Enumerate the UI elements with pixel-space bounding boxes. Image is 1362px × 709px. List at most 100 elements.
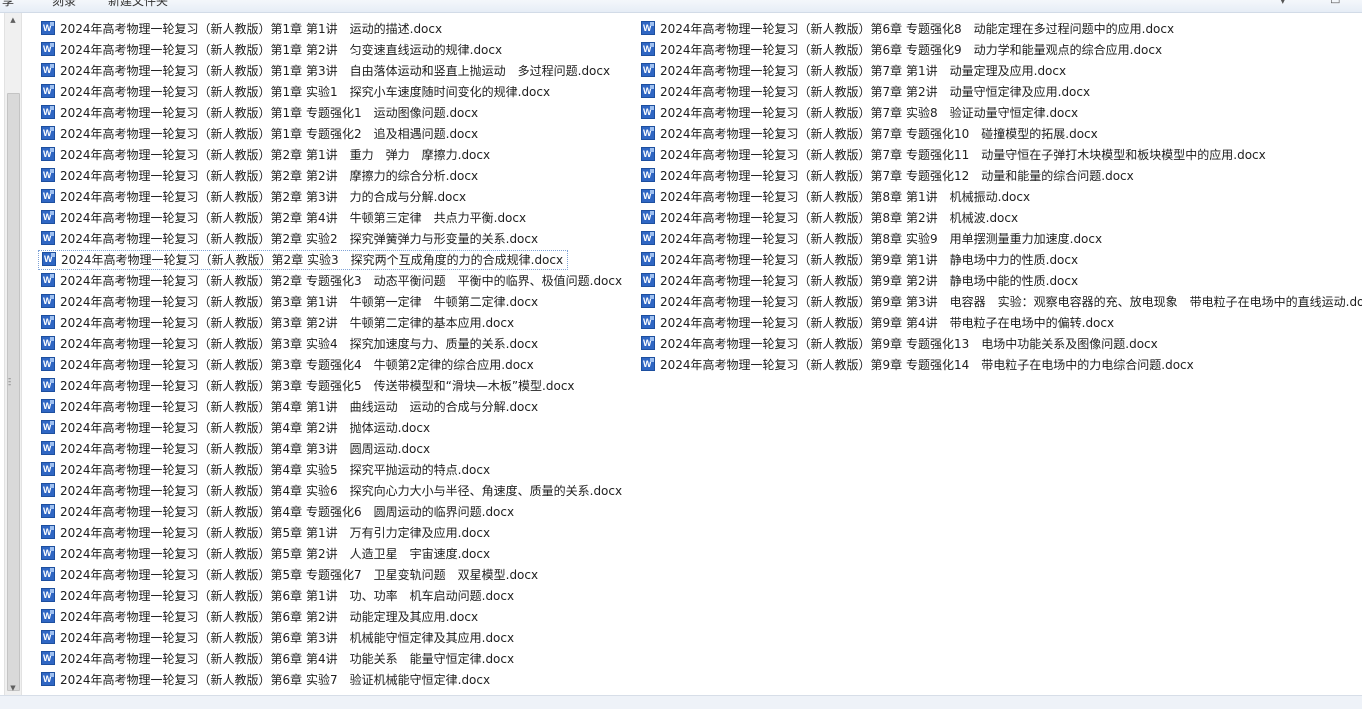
file-name-label: 2024年高考物理一轮复习（新人教版）第4章 实验6 探究向心力大小与半径、角速… xyxy=(60,484,623,498)
file-list-item[interactable]: 2024年高考物理一轮复习（新人教版）第1章 专题强化1 运动图像问题.docx xyxy=(38,103,482,123)
file-name-label: 2024年高考物理一轮复习（新人教版）第7章 专题强化11 动量守恒在子弹打木块… xyxy=(660,148,1266,162)
file-list-item[interactable]: 2024年高考物理一轮复习（新人教版）第4章 实验6 探究向心力大小与半径、角速… xyxy=(38,481,626,501)
file-list-item[interactable]: 2024年高考物理一轮复习（新人教版）第2章 第3讲 力的合成与分解.docx xyxy=(38,187,470,207)
word-document-icon xyxy=(41,567,55,581)
word-document-icon xyxy=(641,21,655,35)
file-list-item[interactable]: 2024年高考物理一轮复习（新人教版）第4章 专题强化6 圆周运动的临界问题.d… xyxy=(38,502,518,522)
vertical-scrollbar[interactable]: ▲ --- ▼ xyxy=(4,13,22,695)
word-document-icon xyxy=(41,420,55,434)
file-list-item[interactable]: 2024年高考物理一轮复习（新人教版）第2章 专题强化3 动态平衡问题 平衡中的… xyxy=(38,271,626,291)
word-document-icon xyxy=(41,546,55,560)
scroll-down-icon[interactable]: ▼ xyxy=(5,681,21,695)
file-list-item[interactable]: 2024年高考物理一轮复习（新人教版）第3章 第1讲 牛顿第一定律 牛顿第二定律… xyxy=(38,292,542,312)
word-document-icon xyxy=(41,630,55,644)
file-list-item[interactable]: 2024年高考物理一轮复习（新人教版）第3章 专题强化4 牛顿第2定律的综合应用… xyxy=(38,355,538,375)
file-list-item[interactable]: 2024年高考物理一轮复习（新人教版）第2章 第1讲 重力 弹力 摩擦力.doc… xyxy=(38,145,494,165)
file-name-label: 2024年高考物理一轮复习（新人教版）第2章 第4讲 牛顿第三定律 共点力平衡.… xyxy=(60,211,527,225)
file-list-item[interactable]: 2024年高考物理一轮复习（新人教版）第6章 实验7 验证机械能守恒定律.doc… xyxy=(38,670,494,690)
word-document-icon xyxy=(41,651,55,665)
file-list-item[interactable]: 2024年高考物理一轮复习（新人教版）第1章 实验1 探究小车速度随时间变化的规… xyxy=(38,82,554,102)
word-document-icon xyxy=(641,147,655,161)
file-list-item[interactable]: 2024年高考物理一轮复习（新人教版）第1章 第1讲 运动的描述.docx xyxy=(38,19,446,39)
file-name-label: 2024年高考物理一轮复习（新人教版）第1章 第3讲 自由落体运动和竖直上抛运动… xyxy=(60,64,611,78)
file-list-item[interactable]: 2024年高考物理一轮复习（新人教版）第6章 第3讲 机械能守恒定律及其应用.d… xyxy=(38,628,518,648)
word-document-icon xyxy=(41,210,55,224)
file-list-item[interactable]: 2024年高考物理一轮复习（新人教版）第6章 专题强化9 动力学和能量观点的综合… xyxy=(638,40,1166,60)
toolbar-share-button[interactable]: 享 xyxy=(2,0,14,9)
scrollbar-thumb[interactable] xyxy=(7,93,20,691)
file-list-item[interactable]: 2024年高考物理一轮复习（新人教版）第8章 第1讲 机械振动.docx xyxy=(638,187,1034,207)
file-list-item[interactable]: 2024年高考物理一轮复习（新人教版）第6章 第2讲 动能定理及其应用.docx xyxy=(38,607,482,627)
word-document-icon xyxy=(41,315,55,329)
file-list-item[interactable]: 2024年高考物理一轮复习（新人教版）第8章 实验9 用单摆测量重力加速度.do… xyxy=(638,229,1106,249)
file-name-label: 2024年高考物理一轮复习（新人教版）第3章 专题强化4 牛顿第2定律的综合应用… xyxy=(60,358,534,372)
file-list-item[interactable]: 2024年高考物理一轮复习（新人教版）第7章 第2讲 动量守恒定律及应用.doc… xyxy=(638,82,1094,102)
file-list-item[interactable]: 2024年高考物理一轮复习（新人教版）第3章 专题强化5 传送带模型和“滑块—木… xyxy=(38,376,579,396)
word-document-icon xyxy=(41,84,55,98)
word-document-icon xyxy=(41,378,55,392)
file-list-item[interactable]: 2024年高考物理一轮复习（新人教版）第9章 第1讲 静电场中力的性质.docx xyxy=(638,250,1082,270)
word-document-icon xyxy=(641,336,655,350)
file-list-item[interactable]: 2024年高考物理一轮复习（新人教版）第9章 第2讲 静电场中能的性质.docx xyxy=(638,271,1082,291)
file-list-item[interactable]: 2024年高考物理一轮复习（新人教版）第8章 第2讲 机械波.docx xyxy=(638,208,1022,228)
preview-pane-icon[interactable]: ▭ xyxy=(1330,0,1342,7)
file-list-item[interactable]: 2024年高考物理一轮复习（新人教版）第5章 专题强化7 卫星变轨问题 双星模型… xyxy=(38,565,542,585)
word-document-icon xyxy=(41,231,55,245)
file-name-label: 2024年高考物理一轮复习（新人教版）第4章 实验5 探究平抛运动的特点.doc… xyxy=(60,463,491,477)
toolbar-new-folder-button[interactable]: 新建文件夹 xyxy=(108,0,168,9)
file-name-label: 2024年高考物理一轮复习（新人教版）第9章 第2讲 静电场中能的性质.docx xyxy=(660,274,1079,288)
file-list-item[interactable]: 2024年高考物理一轮复习（新人教版）第4章 实验5 探究平抛运动的特点.doc… xyxy=(38,460,494,480)
word-document-icon xyxy=(41,63,55,77)
word-document-icon xyxy=(41,399,55,413)
file-list-item[interactable]: 2024年高考物理一轮复习（新人教版）第4章 第2讲 抛体运动.docx xyxy=(38,418,434,438)
view-options-icon[interactable]: ▾ xyxy=(1280,0,1292,7)
file-list-item[interactable]: 2024年高考物理一轮复习（新人教版）第1章 第3讲 自由落体运动和竖直上抛运动… xyxy=(38,61,614,81)
file-list-item[interactable]: 2024年高考物理一轮复习（新人教版）第5章 第2讲 人造卫星 宇宙速度.doc… xyxy=(38,544,494,564)
word-document-icon xyxy=(41,336,55,350)
file-name-label: 2024年高考物理一轮复习（新人教版）第2章 实验2 探究弹簧弹力与形变量的关系… xyxy=(60,232,539,246)
word-document-icon xyxy=(641,126,655,140)
file-name-label: 2024年高考物理一轮复习（新人教版）第2章 第1讲 重力 弹力 摩擦力.doc… xyxy=(60,148,491,162)
word-document-icon xyxy=(41,672,55,686)
file-name-label: 2024年高考物理一轮复习（新人教版）第9章 第3讲 电容器 实验：观察电容器的… xyxy=(660,295,1362,309)
file-name-label: 2024年高考物理一轮复习（新人教版）第2章 专题强化3 动态平衡问题 平衡中的… xyxy=(60,274,623,288)
file-list-item[interactable]: 2024年高考物理一轮复习（新人教版）第3章 第2讲 牛顿第二定律的基本应用.d… xyxy=(38,313,518,333)
word-document-icon xyxy=(41,525,55,539)
toolbar-burn-button[interactable]: 刻录 xyxy=(52,0,76,9)
file-list-item[interactable]: 2024年高考物理一轮复习（新人教版）第2章 实验3 探究两个互成角度的力的合成… xyxy=(38,250,569,270)
file-list-item[interactable]: 2024年高考物理一轮复习（新人教版）第2章 第4讲 牛顿第三定律 共点力平衡.… xyxy=(38,208,530,228)
file-name-label: 2024年高考物理一轮复习（新人教版）第5章 第1讲 万有引力定律及应用.doc… xyxy=(60,526,491,540)
file-list-item[interactable]: 2024年高考物理一轮复习（新人教版）第3章 实验4 探究加速度与力、质量的关系… xyxy=(38,334,542,354)
file-list-item[interactable]: 2024年高考物理一轮复习（新人教版）第2章 第2讲 摩擦力的综合分析.docx xyxy=(38,166,482,186)
file-name-label: 2024年高考物理一轮复习（新人教版）第9章 专题强化13 电场中功能关系及图像… xyxy=(660,337,1158,351)
file-name-label: 2024年高考物理一轮复习（新人教版）第3章 专题强化5 传送带模型和“滑块—木… xyxy=(60,379,575,393)
word-document-icon xyxy=(641,105,655,119)
file-list-item[interactable]: 2024年高考物理一轮复习（新人教版）第7章 专题强化10 碰撞模型的拓展.do… xyxy=(638,124,1102,144)
word-document-icon xyxy=(641,168,655,182)
file-list-item[interactable]: 2024年高考物理一轮复习（新人教版）第6章 第4讲 功能关系 能量守恒定律.d… xyxy=(38,649,518,669)
file-name-label: 2024年高考物理一轮复习（新人教版）第7章 专题强化10 碰撞模型的拓展.do… xyxy=(660,127,1098,141)
file-list-item[interactable]: 2024年高考物理一轮复习（新人教版）第5章 第1讲 万有引力定律及应用.doc… xyxy=(38,523,494,543)
file-list-item[interactable]: 2024年高考物理一轮复习（新人教版）第9章 第3讲 电容器 实验：观察电容器的… xyxy=(638,292,1362,312)
file-list-item[interactable]: 2024年高考物理一轮复习（新人教版）第7章 专题强化12 动量和能量的综合问题… xyxy=(638,166,1138,186)
file-list-item[interactable]: 2024年高考物理一轮复习（新人教版）第7章 实验8 验证动量守恒定律.docx xyxy=(638,103,1082,123)
file-list-item[interactable]: 2024年高考物理一轮复习（新人教版）第2章 实验2 探究弹簧弹力与形变量的关系… xyxy=(38,229,542,249)
file-list-item[interactable]: 2024年高考物理一轮复习（新人教版）第6章 第1讲 功、功率 机车启动问题.d… xyxy=(38,586,518,606)
file-list-item[interactable]: 2024年高考物理一轮复习（新人教版）第1章 专题强化2 追及相遇问题.docx xyxy=(38,124,482,144)
word-document-icon xyxy=(641,357,655,371)
scroll-up-icon[interactable]: ▲ xyxy=(5,13,21,27)
file-list-item[interactable]: 2024年高考物理一轮复习（新人教版）第1章 第2讲 匀变速直线运动的规律.do… xyxy=(38,40,506,60)
file-list-item[interactable]: 2024年高考物理一轮复习（新人教版）第9章 专题强化13 电场中功能关系及图像… xyxy=(638,334,1162,354)
file-list-item[interactable]: 2024年高考物理一轮复习（新人教版）第9章 专题强化14 带电粒子在电场中的力… xyxy=(638,355,1198,375)
file-list-item[interactable]: 2024年高考物理一轮复习（新人教版）第7章 第1讲 动量定理及应用.docx xyxy=(638,61,1070,81)
file-list-item[interactable]: 2024年高考物理一轮复习（新人教版）第9章 第4讲 带电粒子在电场中的偏转.d… xyxy=(638,313,1118,333)
file-name-label: 2024年高考物理一轮复习（新人教版）第9章 第1讲 静电场中力的性质.docx xyxy=(660,253,1079,267)
file-name-label: 2024年高考物理一轮复习（新人教版）第7章 专题强化12 动量和能量的综合问题… xyxy=(660,169,1134,183)
file-list-item[interactable]: 2024年高考物理一轮复习（新人教版）第7章 专题强化11 动量守恒在子弹打木块… xyxy=(638,145,1270,165)
file-list-item[interactable]: 2024年高考物理一轮复习（新人教版）第4章 第1讲 曲线运动 运动的合成与分解… xyxy=(38,397,542,417)
file-list-item[interactable]: 2024年高考物理一轮复习（新人教版）第4章 第3讲 圆周运动.docx xyxy=(38,439,434,459)
file-list-item[interactable]: 2024年高考物理一轮复习（新人教版）第6章 专题强化8 动能定理在多过程问题中… xyxy=(638,19,1178,39)
file-name-label: 2024年高考物理一轮复习（新人教版）第8章 实验9 用单摆测量重力加速度.do… xyxy=(660,232,1103,246)
file-name-label: 2024年高考物理一轮复习（新人教版）第3章 第2讲 牛顿第二定律的基本应用.d… xyxy=(60,316,515,330)
word-document-icon xyxy=(41,42,55,56)
